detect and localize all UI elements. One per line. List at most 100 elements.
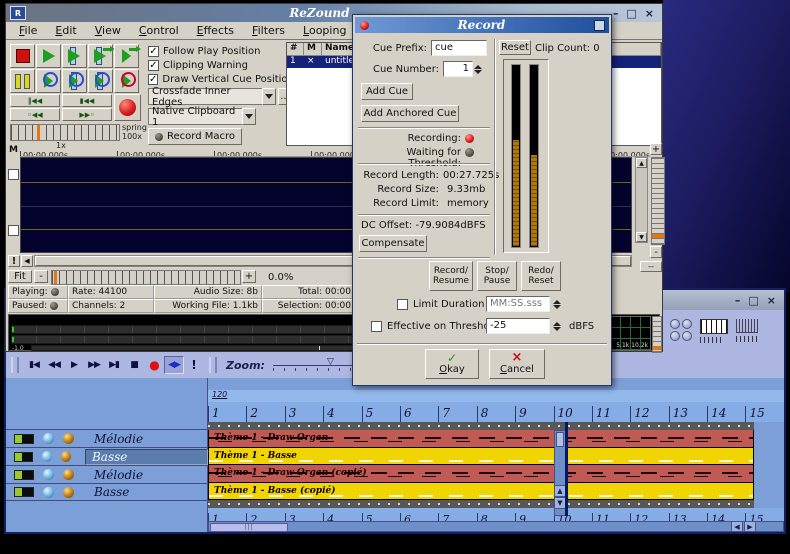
- waveform-vertical-scrollbar[interactable]: ▲ ▼: [635, 157, 648, 243]
- compensate-button[interactable]: Compensate: [359, 235, 427, 252]
- horizontal-zoom-slider[interactable]: [51, 270, 241, 285]
- record-dialog-titlebar[interactable]: Record: [355, 17, 609, 33]
- track-arm-led-icon[interactable]: [61, 451, 71, 462]
- column-header[interactable]: #: [287, 43, 304, 56]
- menu-item[interactable]: Looping: [294, 24, 355, 37]
- clipboard-dropdown[interactable]: Native Clipboard 1: [148, 108, 256, 125]
- menu-item[interactable]: Filters: [243, 24, 294, 37]
- vertical-zoom-slider[interactable]: [651, 157, 665, 245]
- limit-duration-checkbox[interactable]: [397, 299, 408, 310]
- zoom-in-button[interactable]: +: [242, 270, 256, 283]
- cancel-button[interactable]: × Cancel: [489, 349, 545, 379]
- play-from-cursor-button[interactable]: [88, 44, 113, 68]
- play-selection-button[interactable]: [62, 44, 87, 68]
- fast-forward-button[interactable]: ▶▶: [84, 356, 104, 374]
- track-name[interactable]: Basse: [85, 449, 208, 465]
- shuttle-forward-button[interactable]: ▶▶◦: [62, 108, 112, 121]
- segment[interactable]: Thème 1 - Draw Organ: [208, 430, 754, 448]
- menu-item[interactable]: Edit: [46, 24, 85, 37]
- add-cue-button[interactable]: Add Cue: [361, 83, 413, 100]
- limit-duration-spinner[interactable]: [553, 297, 561, 311]
- zoom-out-button[interactable]: -: [34, 270, 48, 283]
- loop-gap-button[interactable]: [88, 69, 113, 93]
- segment-canvas[interactable]: Thème 1 - Draw Organ Thème 1 - Basse Thè…: [208, 430, 754, 500]
- audio-wave-icon[interactable]: [736, 319, 760, 343]
- limit-duration-input[interactable]: MM:SS.sss: [486, 296, 550, 312]
- shuttle-speed-slider[interactable]: [10, 124, 120, 141]
- analyzer-gain-slider[interactable]: [652, 316, 662, 353]
- menu-item[interactable]: File: [10, 24, 46, 37]
- channel-2-checkbox[interactable]: [8, 225, 19, 236]
- vertical-zoom-reset-button[interactable]: --: [640, 261, 662, 272]
- redo-reset-button[interactable]: Redo/Reset: [521, 261, 561, 291]
- vertical-zoom-out-button[interactable]: -: [650, 246, 662, 258]
- chevron-down-icon[interactable]: [242, 108, 256, 125]
- maximize-icon[interactable]: □: [748, 294, 758, 307]
- app-icon[interactable]: R: [10, 6, 26, 20]
- skip-to-beginning-button[interactable]: ‖◀◀: [10, 94, 60, 107]
- loop-play-button[interactable]: [36, 69, 61, 93]
- track-arm-led-icon[interactable]: [63, 487, 74, 498]
- fit-button[interactable]: Fit: [8, 270, 32, 283]
- stop-button[interactable]: [10, 44, 35, 68]
- stop-pause-button[interactable]: Stop/Pause: [477, 261, 517, 291]
- option-row[interactable]: ✓ Follow Play Position: [148, 44, 288, 58]
- checkbox-checked-icon[interactable]: ✓: [148, 60, 159, 71]
- scrollbar-thumb[interactable]: [556, 432, 564, 447]
- checkbox-checked-icon[interactable]: ✓: [148, 74, 158, 85]
- track-name[interactable]: Mélodie: [88, 468, 149, 482]
- alert-button[interactable]: !: [8, 255, 20, 267]
- menu-item[interactable]: Effects: [188, 24, 243, 37]
- segment[interactable]: Thème 1 - Draw Organ (copié): [208, 465, 754, 483]
- okay-button[interactable]: ✓ Okay: [425, 349, 479, 379]
- rewind-to-beginning-button[interactable]: ▮◀: [24, 356, 44, 374]
- cue-prefix-input[interactable]: cue: [431, 40, 487, 56]
- track-mute-indicator[interactable]: [14, 470, 34, 480]
- track-mute-indicator[interactable]: [14, 452, 33, 462]
- track-name[interactable]: Basse: [88, 485, 135, 499]
- play-button[interactable]: ▶: [64, 356, 84, 374]
- threshold-checkbox[interactable]: [371, 321, 382, 332]
- stop-button[interactable]: ■: [124, 356, 144, 374]
- scroll-left-icon[interactable]: ◀: [21, 255, 33, 267]
- measure-ruler-bottom[interactable]: 123456789101112131415: [208, 508, 784, 521]
- toolbar-grip[interactable]: [11, 357, 19, 373]
- close-icon[interactable]: ×: [767, 294, 776, 307]
- clip-reset-button[interactable]: Reset: [499, 40, 531, 55]
- scrollbar-thumb[interactable]: |||: [210, 523, 288, 532]
- option-row[interactable]: ✓ Clipping Warning: [148, 58, 288, 72]
- threshold-spinner[interactable]: [553, 319, 561, 333]
- record-button[interactable]: [114, 94, 141, 121]
- knobs-icon[interactable]: [670, 319, 690, 339]
- loop-skip-button[interactable]: [114, 69, 139, 93]
- track-record-led-icon[interactable]: [42, 451, 52, 462]
- segment-horizontal-scrollbar[interactable]: ||| ◀ ▶: [208, 521, 784, 532]
- track-arm-led-icon[interactable]: [63, 433, 74, 444]
- threshold-input[interactable]: -25: [486, 318, 550, 334]
- option-row[interactable]: ✓ Draw Vertical Cue Positions: [148, 72, 288, 86]
- minimize-icon[interactable]: –: [613, 7, 619, 20]
- track-record-led-icon[interactable]: [43, 469, 54, 480]
- track-mute-indicator[interactable]: [14, 434, 34, 444]
- menu-item[interactable]: View: [86, 24, 130, 37]
- track-arm-led-icon[interactable]: [63, 469, 74, 480]
- scroll-up-icon[interactable]: ▲: [636, 158, 647, 168]
- dialog-menu-icon[interactable]: [360, 21, 369, 30]
- play-from-start-button[interactable]: [114, 44, 139, 68]
- track-mute-indicator[interactable]: [14, 487, 34, 497]
- loop-selection-button[interactable]: [62, 69, 87, 93]
- menu-item[interactable]: Control: [130, 24, 188, 37]
- segment[interactable]: Thème 1 - Basse (copié): [208, 483, 754, 501]
- add-anchored-cue-button[interactable]: Add Anchored Cue: [361, 105, 459, 122]
- vertical-zoom-in-button[interactable]: +: [650, 143, 662, 155]
- skip-to-previous-cue-button[interactable]: ▮◀◀: [62, 94, 112, 107]
- track-name[interactable]: Mélodie: [88, 432, 149, 446]
- loop-button[interactable]: ◀▶: [164, 356, 184, 374]
- segment[interactable]: Thème 1 - Basse: [208, 448, 754, 466]
- toolbar-grip[interactable]: [209, 357, 217, 373]
- piano-keyboard-icon[interactable]: [700, 319, 728, 344]
- maximize-icon[interactable]: □: [626, 7, 636, 20]
- track-row[interactable]: Mélodie: [6, 465, 208, 483]
- track-row[interactable]: Basse: [6, 447, 208, 465]
- pause-button[interactable]: [10, 69, 35, 93]
